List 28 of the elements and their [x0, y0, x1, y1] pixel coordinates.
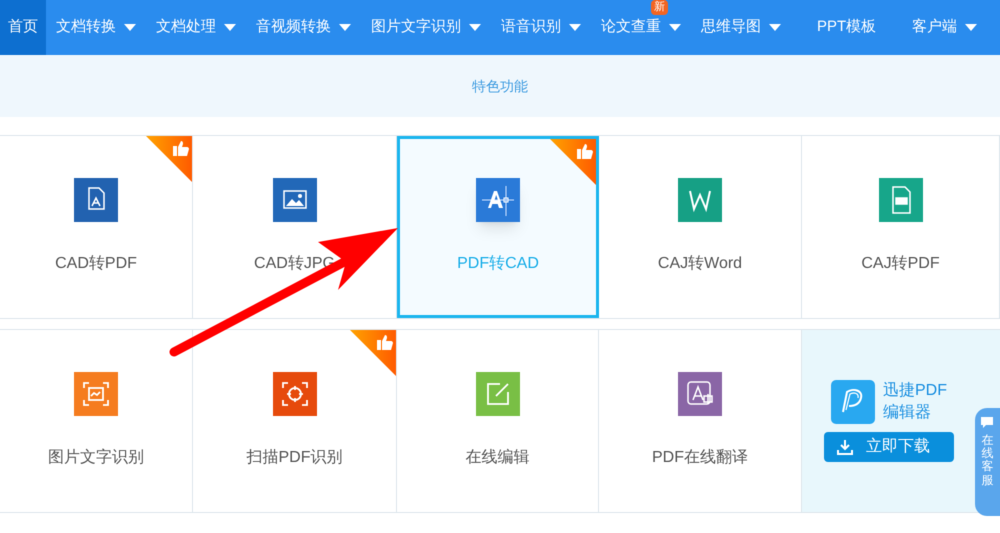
tool-label: PDF转CAD [457, 254, 539, 274]
nav-item[interactable]: 思维导图 [691, 0, 791, 55]
tool-card[interactable]: PDF转CAD [397, 136, 599, 318]
tool-label: 扫描PDF识别 [246, 448, 342, 468]
nav-item[interactable]: 语音识别 [491, 0, 591, 55]
download-icon [836, 438, 854, 456]
chat-icon [980, 416, 996, 430]
app-logo-icon [831, 380, 875, 424]
tool-label: 在线编辑 [466, 448, 530, 468]
tool-label: 图片文字识别 [48, 448, 144, 468]
nav-item[interactable]: 首页 [0, 0, 46, 55]
download-button[interactable]: 立即下载 [824, 432, 954, 462]
nav-item[interactable]: 客户端 [902, 0, 988, 55]
nav-item[interactable]: 文档处理 [146, 0, 246, 55]
customer-service-label: 在线客服 [982, 434, 994, 487]
nav-item[interactable]: 音视频转换 [246, 0, 361, 55]
nav-item[interactable]: 文档转换 [46, 0, 146, 55]
customer-service-tab[interactable]: 在线客服 [975, 408, 1000, 516]
new-badge: 新 [651, 0, 668, 15]
section-title: 特色功能 [472, 76, 528, 96]
tool-label: CAD转PDF [55, 254, 137, 274]
nav-item[interactable]: 图片文字识别 [361, 0, 491, 55]
tool-label: CAJ转PDF [861, 254, 940, 274]
tool-label: PDF在线翻译 [652, 448, 748, 468]
app-name: 迅捷PDF 编辑器 [883, 380, 947, 423]
tool-label: CAJ转Word [658, 254, 742, 274]
nav-item[interactable]: 新 论文查重 [591, 0, 691, 55]
nav-item[interactable]: PPT模板 [791, 0, 902, 55]
